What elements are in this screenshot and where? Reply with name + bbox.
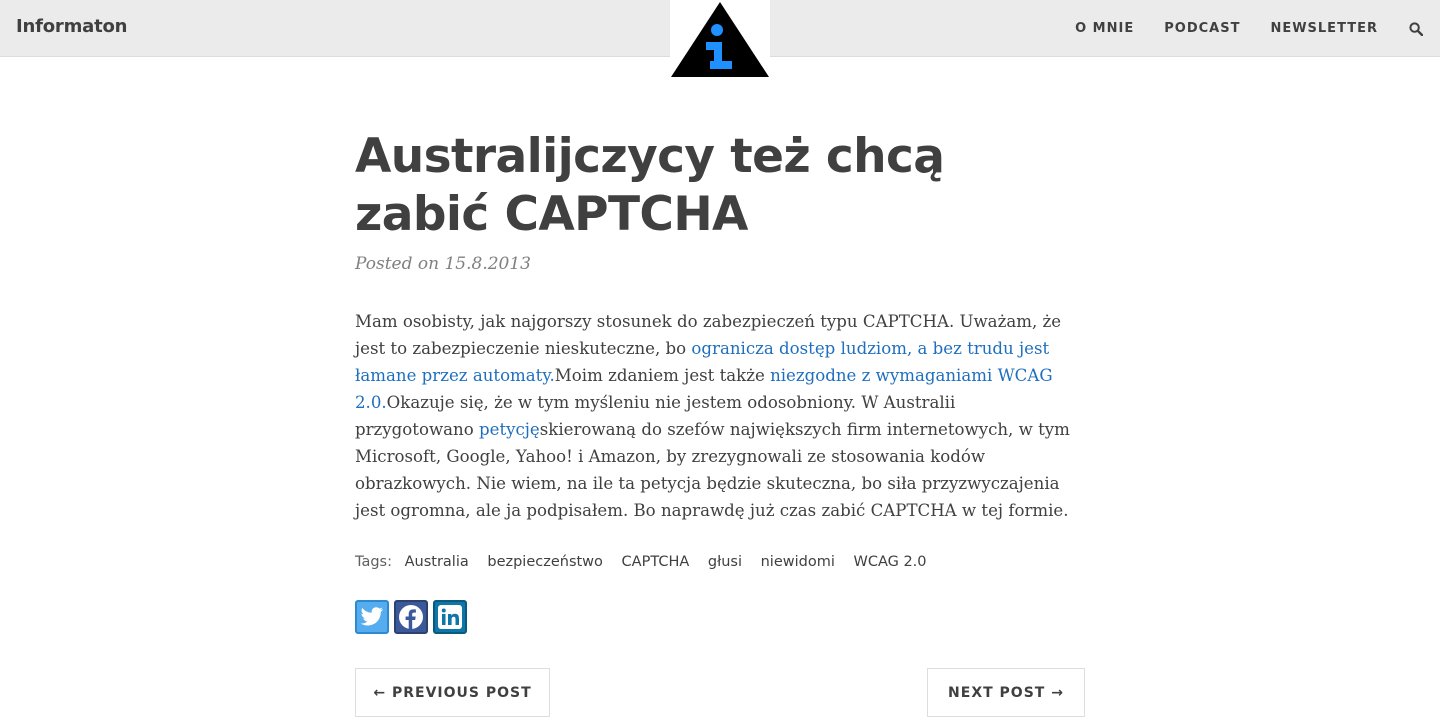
twitter-share-button[interactable] [355, 600, 389, 634]
post-content: Australijczycy też chcą zabić CAPTCHA Po… [355, 128, 1085, 634]
post-date: Posted on 15.8.2013 [355, 254, 531, 274]
facebook-share-button[interactable] [394, 600, 428, 634]
nav-links: O MNIE PODCAST NEWSLETTER [1075, 0, 1440, 57]
nav-item-podcast[interactable]: PODCAST [1164, 21, 1240, 36]
body-text-2: Moim zdaniem jest także [554, 366, 771, 385]
post-pager: ← PREVIOUS POST NEXT POST → [355, 668, 1085, 718]
tag-link[interactable]: WCAG 2.0 [853, 554, 926, 570]
tag-link[interactable]: niewidomi [761, 554, 835, 570]
facebook-icon [399, 605, 423, 629]
tag-link[interactable]: Australia [405, 554, 469, 570]
post-body: Mam osobisty, jak najgorszy stosunek do … [355, 308, 1075, 524]
tags-list: Tags: Australia bezpieczeństwo CAPTCHA g… [355, 554, 1085, 570]
link-petycje[interactable]: petycję [479, 420, 540, 439]
tag-link[interactable]: CAPTCHA [622, 554, 690, 570]
linkedin-share-button[interactable] [433, 600, 467, 634]
linkedin-icon [438, 605, 462, 629]
nav-item-newsletter[interactable]: NEWSLETTER [1270, 21, 1378, 36]
info-triangle-logo-icon[interactable] [670, 0, 770, 80]
next-post-button[interactable]: NEXT POST → [927, 668, 1085, 717]
previous-post-button[interactable]: ← PREVIOUS POST [355, 668, 550, 717]
share-buttons [355, 600, 1085, 634]
tag-link[interactable]: głusi [708, 554, 742, 570]
tags-label: Tags: [355, 554, 392, 570]
post-title: Australijczycy też chcą zabić CAPTCHA [355, 129, 945, 242]
nav-item-o-mnie[interactable]: O MNIE [1075, 21, 1134, 36]
twitter-icon [360, 607, 384, 626]
tag-link[interactable]: bezpieczeństwo [487, 554, 603, 570]
site-brand-link[interactable]: Informaton [16, 16, 127, 37]
search-icon[interactable] [1408, 21, 1424, 37]
